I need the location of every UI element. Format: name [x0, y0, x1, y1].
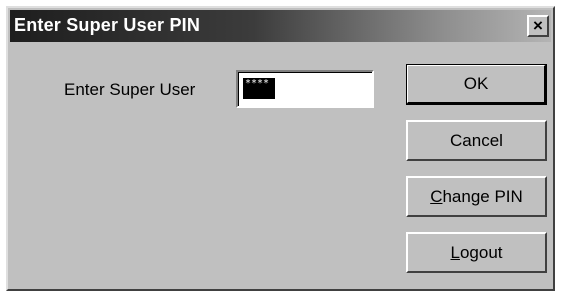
change-pin-button-label: Change PIN: [430, 187, 523, 207]
ok-button-label: OK: [463, 74, 489, 93]
change-pin-label-rest: hange PIN: [442, 186, 523, 206]
ok-button[interactable]: OK: [406, 64, 547, 105]
pin-input[interactable]: ****: [236, 70, 374, 108]
logout-button-label: Logout: [450, 243, 502, 263]
super-user-pin-dialog: Enter Super User PIN × Enter Super User …: [6, 6, 555, 291]
title-bar[interactable]: Enter Super User PIN ×: [10, 10, 551, 42]
dialog-title: Enter Super User PIN: [14, 15, 201, 35]
change-pin-button[interactable]: Change PIN: [406, 176, 547, 217]
pin-prompt-label: Enter Super User: [64, 80, 196, 99]
pin-masked-value: ****: [243, 78, 275, 99]
cancel-button-label: Cancel: [450, 130, 503, 150]
change-pin-accelerator: C: [430, 186, 443, 206]
close-icon: ×: [533, 16, 543, 35]
logout-label-rest: ogout: [459, 242, 503, 262]
logout-button[interactable]: Logout: [406, 232, 547, 273]
cancel-button[interactable]: Cancel: [406, 120, 547, 161]
close-button[interactable]: ×: [527, 15, 549, 37]
logout-accelerator: L: [450, 242, 460, 262]
